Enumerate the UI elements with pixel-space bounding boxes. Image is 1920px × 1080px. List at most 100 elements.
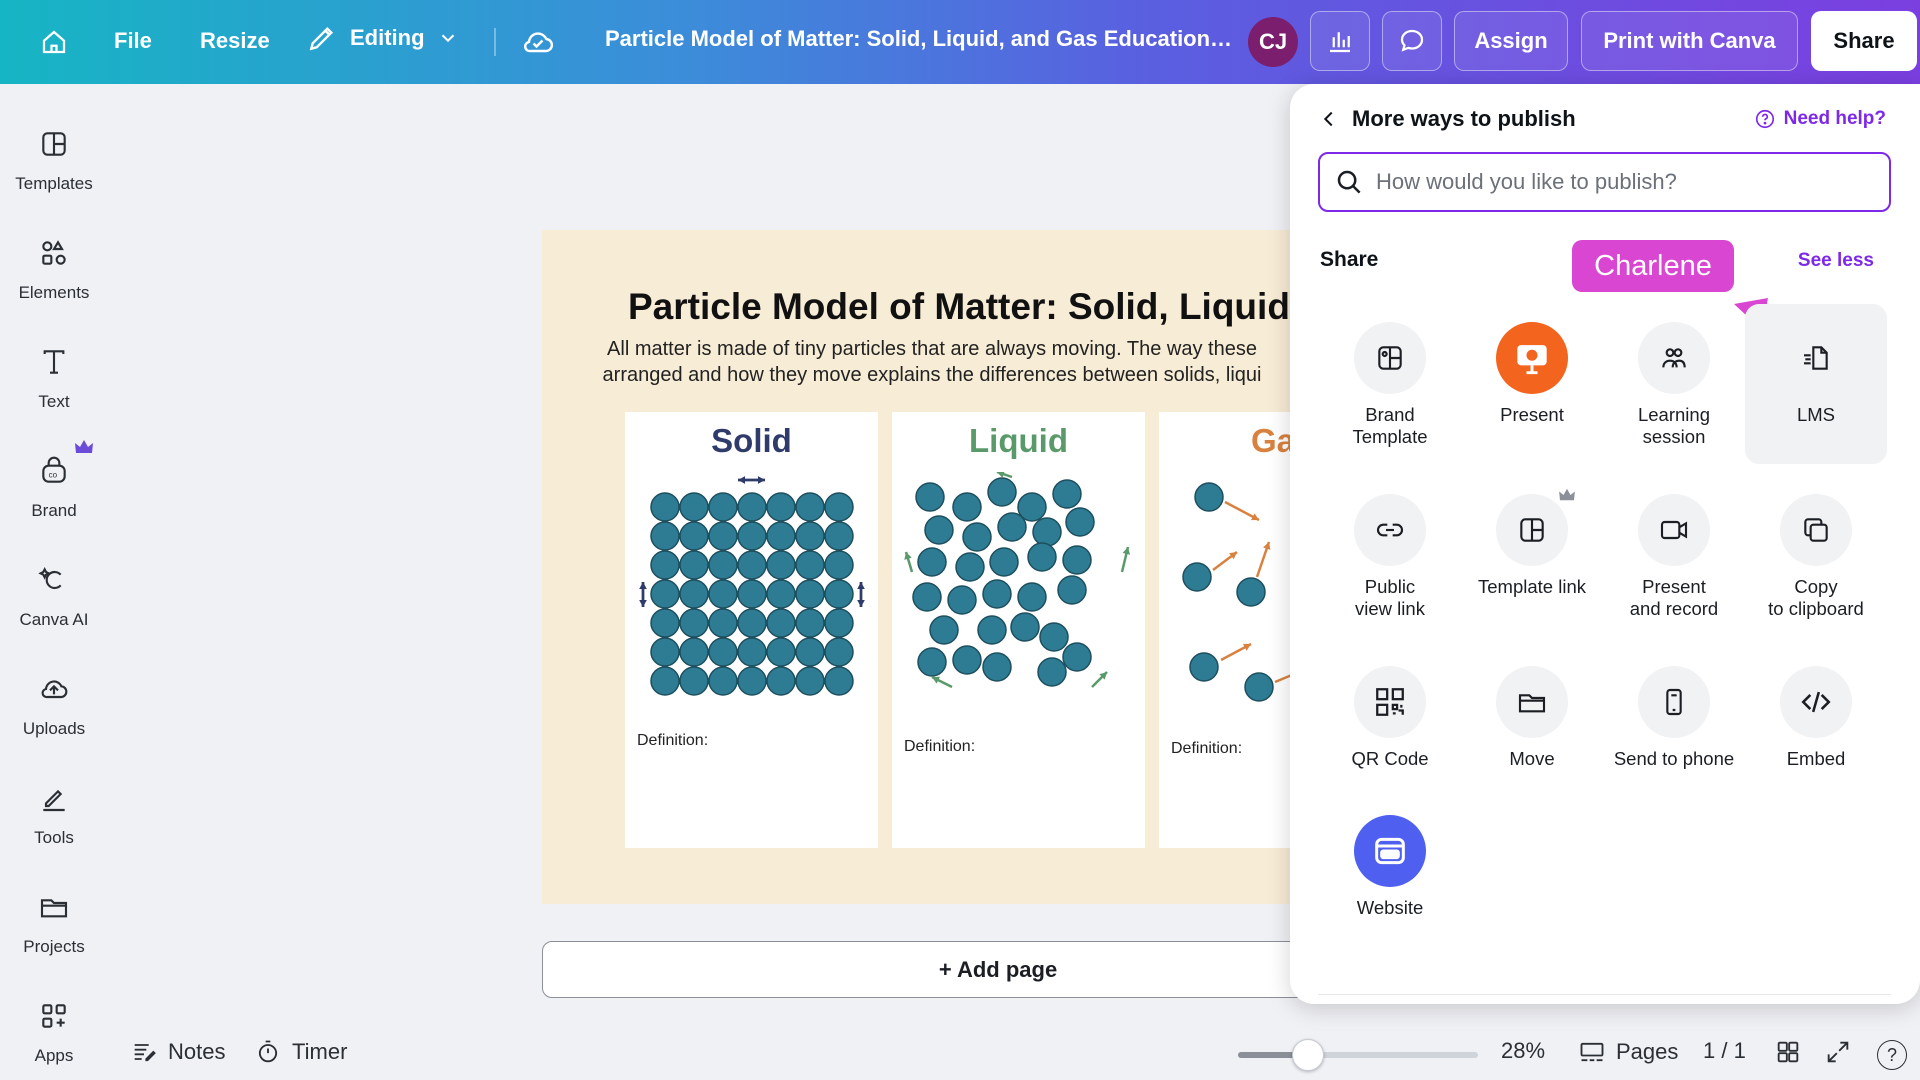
timer-button[interactable]: Timer — [254, 1038, 347, 1066]
learning-session-icon — [1638, 322, 1710, 394]
liquid-particle — [962, 522, 992, 552]
notes-icon — [134, 1044, 156, 1062]
sidebar-item-apps[interactable]: Apps — [0, 984, 108, 1080]
sidebar-item-label: Templates — [15, 174, 93, 193]
share-button[interactable]: Share — [1811, 11, 1917, 71]
sidebar-item-label: Projects — [23, 937, 85, 956]
gas-particle — [1182, 562, 1212, 592]
tile-move[interactable]: Move — [1461, 648, 1603, 808]
liquid-particle — [1062, 642, 1092, 672]
tile-copy-to-clipboard[interactable]: Copy to clipboard — [1745, 476, 1887, 636]
toolbar-divider — [494, 28, 496, 56]
publish-panel: More ways to publish Need help? Share Se… — [1290, 84, 1920, 1004]
top-toolbar: File Resize Editing Particle Model of Ma… — [0, 0, 1920, 84]
cloud-sync-status[interactable] — [520, 24, 556, 65]
expand-icon — [1827, 1041, 1849, 1063]
solid-particle — [650, 637, 680, 667]
liquid-particle — [1065, 507, 1095, 537]
solid-particle — [824, 637, 854, 667]
tile-qr-code[interactable]: QR Code — [1319, 648, 1461, 808]
solid-particle — [824, 666, 854, 696]
card-definition-label: Definition: — [904, 738, 976, 755]
sidebar-item-brand[interactable]: co Brand — [0, 439, 108, 539]
print-with-canva-button[interactable]: Print with Canva — [1581, 11, 1798, 71]
tools-icon — [34, 778, 74, 818]
see-less-link[interactable]: See less — [1798, 250, 1874, 272]
solid-particle — [795, 550, 825, 580]
home-button[interactable] — [30, 18, 78, 66]
sidebar-item-uploads[interactable]: Uploads — [0, 657, 108, 757]
file-menu[interactable]: File — [114, 28, 152, 54]
sidebar-item-canva-ai[interactable]: Canva AI — [0, 548, 108, 648]
search-icon — [1337, 170, 1361, 194]
sidebar-item-tools[interactable]: Tools — [0, 766, 108, 866]
solid-particle — [766, 550, 796, 580]
comments-button[interactable] — [1382, 11, 1442, 71]
user-avatar[interactable]: CJ — [1248, 17, 1298, 67]
present-icon — [1496, 322, 1568, 394]
sidebar-item-text[interactable]: Text — [0, 330, 108, 430]
solid-particle — [795, 492, 825, 522]
tile-present-and-record[interactable]: Present and record — [1603, 476, 1745, 636]
insights-button[interactable] — [1310, 11, 1370, 71]
solid-particle — [650, 608, 680, 638]
sidebar-item-projects[interactable]: Projects — [0, 875, 108, 975]
tile-template-link[interactable]: Template link — [1461, 476, 1603, 636]
solid-particle — [795, 521, 825, 551]
solid-particle — [679, 637, 709, 667]
canva-ai-icon — [34, 560, 74, 600]
design-page[interactable]: Particle Model of Matter: Solid, Liquid,… — [542, 230, 1322, 904]
solid-particle — [708, 579, 738, 609]
back-arrow-icon[interactable] — [1318, 108, 1340, 130]
sidebar-item-elements[interactable]: Elements — [0, 221, 108, 321]
folder-icon — [1496, 666, 1568, 738]
zoom-level[interactable]: 28% — [1501, 1038, 1545, 1064]
pages-icon — [1580, 1042, 1604, 1062]
solid-particle — [766, 637, 796, 667]
publish-search-box[interactable] — [1318, 152, 1891, 212]
card-definition-label: Definition: — [637, 732, 709, 749]
tile-label: Learning session — [1637, 404, 1710, 447]
zoom-slider[interactable] — [1238, 1039, 1478, 1071]
tile-website[interactable]: Website — [1319, 797, 1461, 957]
sidebar-item-templates[interactable]: Templates — [0, 112, 108, 212]
resize-menu[interactable]: Resize — [200, 28, 270, 54]
tile-lms[interactable]: LMS — [1745, 304, 1887, 464]
grid-view-button[interactable] — [1774, 1038, 1802, 1066]
uploads-icon — [34, 669, 74, 709]
liquid-particle — [1027, 542, 1057, 572]
editing-mode-dropdown[interactable]: Editing — [306, 22, 459, 54]
search-input[interactable] — [1376, 169, 1836, 195]
phone-icon — [1638, 666, 1710, 738]
notes-button[interactable]: Notes — [130, 1038, 225, 1066]
intro-line-2: arranged and how they move explains the … — [602, 364, 1262, 386]
tile-public-view-link[interactable]: Public view link — [1319, 476, 1461, 636]
need-help-link[interactable]: Need help? — [1754, 108, 1886, 130]
sidebar-item-label: Apps — [34, 1046, 74, 1065]
vibration-arrow-head — [738, 476, 746, 484]
help-button[interactable]: ? — [1877, 1040, 1907, 1070]
tile-embed[interactable]: Embed — [1745, 648, 1887, 808]
tile-label: LMS — [1796, 404, 1836, 425]
template-link-icon — [1496, 488, 1575, 566]
tile-label: Copy to clipboard — [1768, 576, 1864, 619]
solid-particle — [679, 550, 709, 580]
tile-send-to-phone[interactable]: Send to phone — [1603, 648, 1745, 808]
sidebar-item-label: Canva AI — [19, 610, 89, 629]
liquid-card: Liquid Definition: — [892, 412, 1145, 848]
solid-particle — [708, 492, 738, 522]
zoom-slider-handle[interactable] — [1292, 1039, 1324, 1071]
pages-button[interactable]: Pages — [1578, 1038, 1678, 1066]
pencil-icon — [309, 26, 334, 51]
assign-button[interactable]: Assign — [1454, 11, 1568, 71]
solid-particle — [650, 550, 680, 580]
sidebar-item-label: Tools — [34, 828, 74, 847]
apps-icon — [34, 996, 74, 1036]
tile-learning-session[interactable]: Learning session — [1603, 304, 1745, 464]
solid-particle — [737, 550, 767, 580]
timer-icon — [258, 1040, 278, 1063]
tile-present[interactable]: Present — [1461, 304, 1603, 464]
tile-brand-template[interactable]: Brand Template — [1319, 304, 1461, 464]
document-title[interactable]: Particle Model of Matter: Solid, Liquid,… — [605, 26, 1232, 52]
fullscreen-button[interactable] — [1824, 1038, 1852, 1066]
